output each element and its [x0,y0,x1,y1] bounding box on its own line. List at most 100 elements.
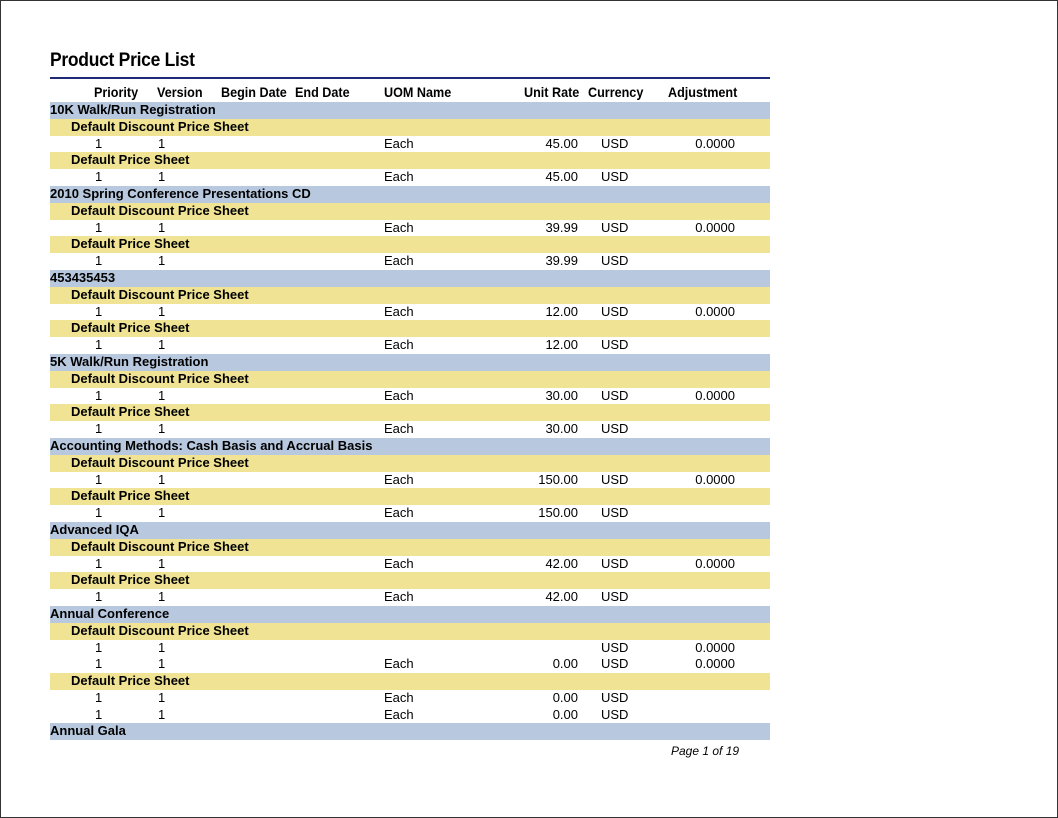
adjustment-cell: 0.0000 [695,555,735,571]
adjustment-cell: 0.0000 [695,219,735,235]
price-sheet-name: Default Price Sheet [71,152,190,168]
priority-cell: 1 [95,135,103,151]
priority-cell: 1 [95,689,103,705]
price-sheet-row: Default Price Sheet [50,673,770,690]
priority-cell: 1 [95,706,103,722]
price-row: 1 1 Each 39.99 USD [50,253,770,270]
price-sheet-row: Default Price Sheet [50,152,770,170]
price-sheet-name: Default Price Sheet [71,320,190,336]
product-row: Accounting Methods: Cash Basis and Accru… [50,437,770,455]
unit-rate-cell: 45.00 [545,135,578,151]
price-sheet-name: Default Discount Price Sheet [71,286,249,302]
priority-cell: 1 [95,303,103,319]
unit-rate-cell: 42.00 [545,589,578,605]
report-page: Product Price List Priority Version Begi… [0,0,1058,818]
price-sheet-name: Default Discount Price Sheet [71,538,249,554]
product-row: Annual Conference [50,605,770,623]
title-rule [50,77,770,79]
price-sheet-name: Default Price Sheet [71,572,190,588]
currency-cell: USD [601,387,629,403]
currency-cell: USD [601,706,629,722]
priority-cell: 1 [95,387,103,403]
currency-cell: USD [601,421,629,437]
adjustment-cell: 0.0000 [695,639,735,655]
report-title: Product Price List [50,50,195,71]
col-header-uom-name: UOM Name [384,84,452,100]
priority-cell: 1 [95,589,103,605]
price-sheet-name: Default Discount Price Sheet [71,622,249,638]
priority-cell: 1 [95,656,103,672]
price-sheet-row: Default Price Sheet [50,572,770,590]
unit-rate-cell: 30.00 [545,421,578,437]
version-cell: 1 [158,555,166,571]
currency-cell: USD [601,135,629,151]
price-row: 1 1 Each 30.00 USD [50,421,770,438]
version-cell: 1 [158,471,166,487]
price-sheet-name: Default Discount Price Sheet [71,118,249,134]
version-cell: 1 [158,253,166,269]
col-header-begin-date: Begin Date [221,84,287,100]
version-cell: 1 [158,303,166,319]
product-row: 453435453 [50,269,770,287]
col-header-currency: Currency [588,84,644,100]
price-sheet-row: Default Discount Price Sheet [50,454,770,472]
price-row: 1 1 Each 0.00 USD 0.0000 [50,656,770,673]
uom-cell: Each [384,555,414,571]
price-row: 1 1 Each 45.00 USD 0.0000 [50,136,770,153]
price-sheet-row: Default Discount Price Sheet [50,202,770,220]
currency-cell: USD [601,253,629,269]
price-sheet-name: Default Discount Price Sheet [71,370,249,386]
price-row: 1 1 Each 42.00 USD 0.0000 [50,556,770,573]
version-cell: 1 [158,387,166,403]
currency-cell: USD [601,303,629,319]
unit-rate-cell: 30.00 [545,387,578,403]
product-name: 5K Walk/Run Registration [50,353,209,369]
currency-cell: USD [601,471,629,487]
price-row: 1 1 Each 42.00 USD [50,589,770,606]
col-header-version: Version [157,84,203,100]
version-cell: 1 [158,219,166,235]
price-sheet-name: Default Discount Price Sheet [71,202,249,218]
priority-cell: 1 [95,555,103,571]
price-row: 1 1 Each 150.00 USD 0.0000 [50,472,770,489]
version-cell: 1 [158,589,166,605]
currency-cell: USD [601,656,629,672]
price-row: 1 1 Each 45.00 USD [50,169,770,186]
unit-rate-cell: 0.00 [552,689,578,705]
currency-cell: USD [601,589,629,605]
product-row: 2010 Spring Conference Presentations CD [50,185,770,203]
currency-cell: USD [601,505,629,521]
price-sheet-name: Default Price Sheet [71,236,190,252]
price-row: 1 1 Each 12.00 USD [50,337,770,354]
price-row: 1 1 USD 0.0000 [50,640,770,657]
uom-cell: Each [384,253,414,269]
priority-cell: 1 [95,253,103,269]
price-sheet-name: Default Discount Price Sheet [71,454,249,470]
adjustment-cell: 0.0000 [695,387,735,403]
priority-cell: 1 [95,505,103,521]
version-cell: 1 [158,337,166,353]
priority-cell: 1 [95,219,103,235]
price-sheet-row: Default Price Sheet [50,320,770,338]
product-row: 10K Walk/Run Registration [50,102,770,119]
version-cell: 1 [158,421,166,437]
adjustment-cell: 0.0000 [695,303,735,319]
price-row: 1 1 Each 0.00 USD [50,690,770,707]
product-name: Annual Gala [50,723,126,739]
uom-cell: Each [384,169,414,185]
price-sheet-row: Default Discount Price Sheet [50,118,770,136]
currency-cell: USD [601,689,629,705]
priority-cell: 1 [95,421,103,437]
price-sheet-name: Default Price Sheet [71,488,190,504]
uom-cell: Each [384,421,414,437]
product-name: 10K Walk/Run Registration [50,102,216,117]
priority-cell: 1 [95,337,103,353]
version-cell: 1 [158,706,166,722]
col-header-adjustment: Adjustment [668,84,738,100]
unit-rate-cell: 45.00 [545,169,578,185]
unit-rate-cell: 39.99 [545,219,578,235]
version-cell: 1 [158,505,166,521]
col-header-end-date: End Date [295,84,350,100]
col-header-priority: Priority [94,84,139,100]
price-sheet-row: Default Price Sheet [50,488,770,506]
